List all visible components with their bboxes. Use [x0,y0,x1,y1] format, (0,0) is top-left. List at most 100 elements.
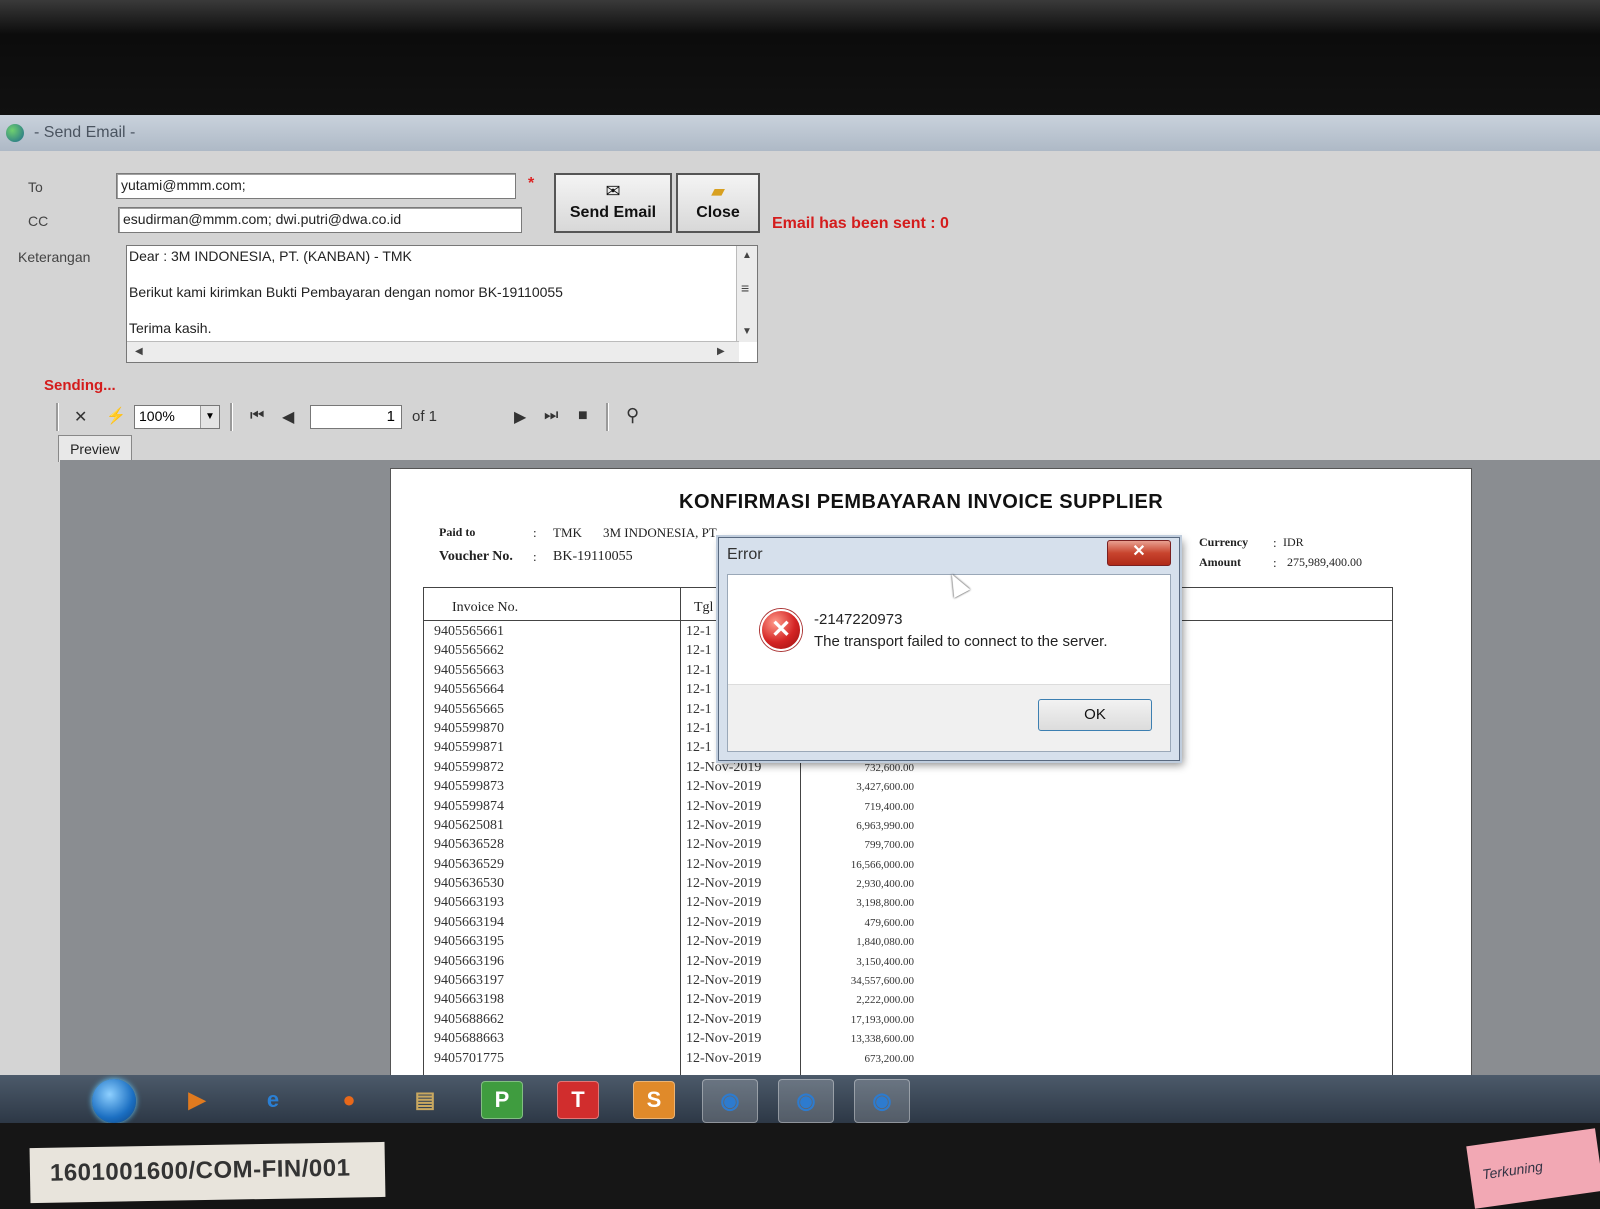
refresh-lightning-icon[interactable]: ⚡ [106,406,126,426]
stop-icon[interactable]: ■ [578,407,588,425]
date-cell: 12-Nov-2019 [686,992,762,1008]
taskbar: ▶ e ● ▤ P T S ◉ ◉ ◉ [0,1075,1600,1123]
date-cell: 12-Nov-2019 [686,934,762,950]
invoice-number-cell: 9405565665 [434,701,504,717]
date-cell: 12-Nov-2019 [686,1050,762,1066]
app-p-icon[interactable]: P [481,1081,523,1119]
dialog-footer: OK [728,684,1170,751]
paid-to-code: TMK [553,525,582,540]
date-cell: 12-Nov-2019 [686,914,762,930]
table-row: 9405636529 12-Nov-2019 16,566,000.00 [424,857,1392,876]
globe-app-icon-3[interactable]: ◉ [854,1079,910,1123]
globe-app-icon-1[interactable]: ◉ [702,1079,758,1123]
invoice-number-cell: 9405599870 [434,720,504,736]
message-textarea[interactable]: Dear : 3M INDONESIA, PT. (KANBAN) - TMK … [126,245,758,363]
table-row: 9405663195 12-Nov-2019 1,840,080.00 [424,934,1392,953]
ok-button[interactable]: OK [1038,699,1152,731]
sticker-label: 1601001600/COM-FIN/001 [49,1154,351,1187]
folder-icon[interactable]: ▤ [398,1079,452,1121]
error-message: The transport failed to connect to the s… [814,633,1108,650]
app-icon [6,124,24,142]
binoculars-search-icon[interactable]: ⚲ [626,405,639,426]
monitor-bezel-bottom: 1601001600/COM-FIN/001 Terkuning [0,1123,1600,1209]
memo-vertical-scrollbar[interactable]: ▲ ≡ ▼ [736,246,757,342]
app-s-icon[interactable]: S [633,1081,675,1119]
firefox-icon[interactable]: ● [322,1079,376,1121]
invoice-number-cell: 9405701775 [434,1050,504,1066]
dialog-close-button[interactable]: ✕ [1107,540,1171,566]
first-page-icon[interactable]: ⏮ [250,407,264,425]
to-field[interactable]: yutami@mmm.com; [116,173,516,199]
asset-sticker: 1601001600/COM-FIN/001 [29,1141,386,1204]
scroll-up-arrow-icon[interactable]: ▲ [742,250,752,261]
invoice-number-cell: 9405599871 [434,740,504,756]
date-cell: 12-Nov-2019 [686,1031,762,1047]
chevron-down-icon[interactable]: ▼ [200,406,219,428]
keterangan-label: Keterangan [18,249,91,265]
page-number-input[interactable]: 1 [310,405,402,429]
invoice-number-cell: 9405599873 [434,779,504,795]
amount-cell: 732,600.00 [864,761,915,774]
table-row: 9405663193 12-Nov-2019 3,198,800.00 [424,895,1392,914]
invoice-number-cell: 9405663195 [434,934,504,950]
next-page-icon[interactable]: ▶ [514,407,526,427]
folder-exit-icon: ▰ [711,181,725,201]
invoice-number-cell: 9405663196 [434,953,504,969]
error-dialog: Error ✕ ✕ -2147220973 The transport fail… [718,537,1180,761]
invoice-number-cell: 9405663197 [434,973,504,989]
dialog-title: Error [727,546,763,563]
invoice-number-cell: 9405565664 [434,682,504,698]
table-row: 9405663197 12-Nov-2019 34,557,600.00 [424,973,1392,992]
envelope-icon: ✉ [605,181,621,201]
table-row: 9405663196 12-Nov-2019 3,150,400.00 [424,954,1392,973]
cc-field[interactable]: esudirman@mmm.com; dwi.putri@dwa.co.id [118,207,522,233]
window-title: - Send Email - [34,124,136,141]
previous-page-icon[interactable]: ◀ [282,407,294,427]
tab-preview[interactable]: Preview [58,435,132,462]
date-cell: 12-1 [686,701,712,717]
internet-explorer-icon[interactable]: e [246,1079,300,1121]
memo-horizontal-scrollbar[interactable]: ◀ ▶ [127,341,739,362]
invoice-number-cell: 9405663198 [434,992,504,1008]
close-label: Close [696,204,740,221]
invoice-number-cell: 9405565661 [434,624,504,639]
amount-cell: 2,930,400.00 [856,878,914,891]
globe-app-icon-2[interactable]: ◉ [778,1079,834,1123]
table-row: 9405599872 12-Nov-2019 732,600.00 [424,760,1392,779]
date-cell: 12-1 [686,662,712,678]
voucher-value: BK-19110055 [553,549,633,564]
monitor-bezel-top [0,0,1600,115]
error-icon: ✕ [760,609,802,651]
close-button[interactable]: ▰ Close [676,173,760,233]
amount-cell: 799,700.00 [864,839,915,852]
amount-cell: 34,557,600.00 [850,975,914,988]
send-email-button[interactable]: ✉ Send Email [554,173,672,233]
scroll-left-arrow-icon[interactable]: ◀ [135,346,143,357]
amount-cell: 16,566,000.00 [850,858,914,871]
last-page-icon[interactable]: ⏭ [544,407,558,425]
table-row: 9405663194 12-Nov-2019 479,600.00 [424,915,1392,934]
sending-status: Sending... [44,377,116,394]
media-player-icon[interactable]: ▶ [170,1079,224,1121]
date-cell: 12-1 [686,682,712,698]
close-report-icon[interactable]: ✕ [74,407,87,427]
invoice-number-cell: 9405625081 [434,817,504,833]
scroll-right-arrow-icon[interactable]: ▶ [717,346,725,357]
start-button[interactable] [92,1079,136,1123]
amount-label: Amount [1199,555,1242,569]
scroll-thumb-icon[interactable]: ≡ [741,280,749,296]
table-row: 9405636530 12-Nov-2019 2,930,400.00 [424,876,1392,895]
column-header-invoice: Invoice No. [452,600,519,615]
table-row: 9405599873 12-Nov-2019 3,427,600.00 [424,779,1392,798]
page-count: of 1 [412,408,438,425]
memo-line-2: Berikut kami kirimkan Bukti Pembayaran d… [129,284,563,300]
app-t-icon[interactable]: T [557,1081,599,1119]
zoom-select[interactable]: 100% ▼ [134,405,220,429]
note-label: Terkuning [1481,1157,1544,1183]
report-title: KONFIRMASI PEMBAYARAN INVOICE SUPPLIER [679,491,1164,513]
amount-cell: 13,338,600.00 [850,1033,914,1046]
date-cell: 12-Nov-2019 [686,856,762,872]
amount-cell: 1,840,080.00 [856,936,914,949]
screen: - Send Email - To yutami@mmm.com; * CC e… [0,115,1600,1115]
scroll-down-arrow-icon[interactable]: ▼ [742,326,752,337]
